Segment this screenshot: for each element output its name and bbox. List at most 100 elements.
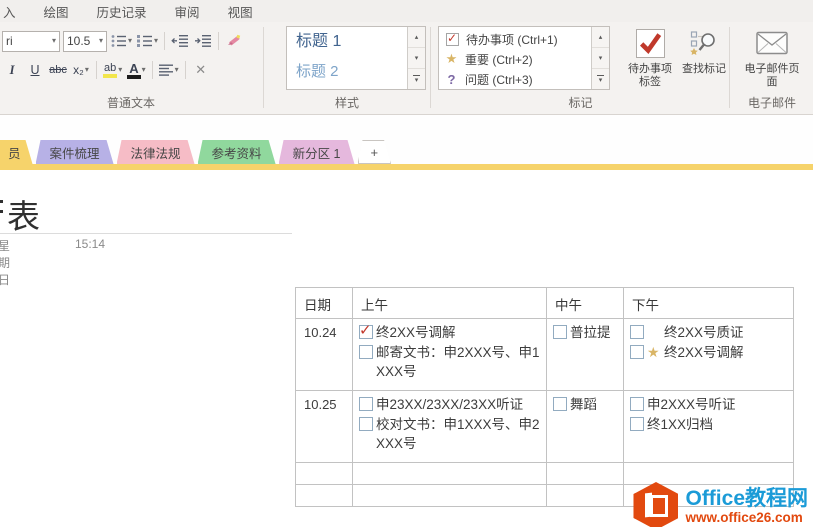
table-row: 10.25 申23XX/23XX/23XX听证 校对文书：申1XXX号、申2XXX号… <box>295 390 794 463</box>
style-item[interactable]: 标题 2 <box>287 57 407 87</box>
scroll-down-icon[interactable]: ▾ <box>592 48 609 69</box>
menu-tab-4[interactable]: 审阅 <box>161 2 214 21</box>
envelope-icon <box>756 31 788 55</box>
noon-cell[interactable] <box>546 462 624 485</box>
todo-checkbox[interactable] <box>553 325 567 339</box>
numbered-list-button[interactable]: ▾ <box>136 31 159 52</box>
font-name-combo[interactable]: ri ▾ <box>2 30 60 52</box>
section-tab-bar: 员案件梳理 法律法规 参考资料 新分区 1 + <box>0 115 813 170</box>
styles-gallery-scrollbar: ▴ ▾ ▾ <box>407 27 425 89</box>
question-mark-icon: ? <box>447 71 456 87</box>
font-color-button[interactable]: A ▾ <box>126 60 146 81</box>
afternoon-cell[interactable]: 终2XX号质证 ★ 终2XX号调解 <box>623 318 794 391</box>
date-cell[interactable] <box>295 484 353 507</box>
scroll-up-icon[interactable]: ▴ <box>408 27 425 48</box>
date-cell[interactable] <box>295 462 353 485</box>
tag-label: 待办事项 (Ctrl+1) <box>466 32 558 47</box>
tag-item[interactable]: 待办事项 (Ctrl+1) <box>439 29 591 49</box>
menu-tab-2[interactable]: 绘图 <box>30 2 83 21</box>
morning-cell[interactable]: 申23XX/23XX/23XX听证校对文书：申1XXX号、申2XXX号 <box>352 390 547 463</box>
important-star-icon: ★ <box>445 51 458 66</box>
group-email: 电子邮件页面 电子邮件 <box>733 22 811 114</box>
subscript-button[interactable]: x₂ ▾ <box>71 60 91 81</box>
todo-checkbox[interactable] <box>630 417 644 431</box>
decrease-indent-button[interactable] <box>170 31 190 52</box>
styles-gallery: 标题 1 标题 2 ▴ ▾ ▾ <box>286 26 426 90</box>
menu-tab-1[interactable]: 入 <box>0 2 30 21</box>
section-tab-2[interactable]: 案件梳理 <box>36 140 114 164</box>
page-title[interactable]: 表 <box>7 190 40 238</box>
find-tags-button-label: 查找标记 <box>682 63 726 75</box>
menu-tab-3[interactable]: 历史记录 <box>83 2 161 21</box>
noon-cell[interactable]: 普拉提 <box>546 318 624 391</box>
todo-item: 申23XX/23XX/23XX听证 <box>359 395 541 414</box>
todo-checkbox[interactable] <box>630 397 644 411</box>
scroll-up-icon[interactable]: ▴ <box>592 27 609 48</box>
noon-cell[interactable]: 舞蹈 <box>546 390 624 463</box>
morning-cell[interactable] <box>352 484 547 507</box>
morning-cell[interactable] <box>352 462 547 485</box>
divider <box>96 61 97 79</box>
todo-checkbox[interactable] <box>553 397 567 411</box>
menu-tab-5[interactable]: 视图 <box>214 2 267 21</box>
tag-item[interactable]: ★ 重要 (Ctrl+2) <box>439 49 591 69</box>
page-weekday: 星期日 <box>0 239 11 287</box>
noon-cell[interactable] <box>546 484 624 507</box>
section-tab-3[interactable]: 法律法规 <box>117 140 195 164</box>
section-tab-4[interactable]: 参考资料 <box>198 140 276 164</box>
office-logo-icon <box>633 482 679 527</box>
gallery-more-icon[interactable]: ▾ <box>592 69 609 89</box>
email-page-button-label: 电子邮件页面 <box>744 63 800 88</box>
todo-item: 校对文书：申1XXX号、申2XXX号 <box>359 415 541 453</box>
italic-button[interactable]: I <box>2 60 22 81</box>
tag-item[interactable]: ? 问题 (Ctrl+3) <box>439 69 591 89</box>
date-cell[interactable]: 10.24 <box>295 318 353 391</box>
watermark-url: www.office26.com <box>685 509 803 525</box>
increase-indent-button[interactable] <box>193 31 213 52</box>
section-tab-1[interactable]: 员 <box>0 140 33 164</box>
todo-checkbox[interactable] <box>359 321 373 340</box>
tags-gallery-scrollbar: ▴ ▾ ▾ <box>591 27 609 89</box>
todo-checkbox[interactable] <box>359 345 373 359</box>
highlight-button[interactable]: ab ▾ <box>102 60 123 81</box>
todo-checkbox[interactable] <box>630 345 644 359</box>
find-tags-icon <box>690 31 715 55</box>
column-header: 下午 <box>623 287 794 319</box>
table-header-row: 日期 上午 中午 下午 <box>295 287 794 319</box>
todo-check-icon <box>635 28 665 58</box>
page-canvas[interactable]: 表 星期日 15:14 日期上午中午下午 10.24终2XX号调解邮寄文书：申2… <box>0 170 813 527</box>
todo-item: 终1XX归档 <box>630 415 788 434</box>
paragraph-alignment-button[interactable]: ▾ <box>158 60 180 81</box>
todo-text: 终1XX归档 <box>647 417 714 432</box>
scroll-down-icon[interactable]: ▾ <box>408 48 425 69</box>
group-tags: 待办事项 (Ctrl+1) ★ 重要 (Ctrl+2)? 问题 (Ctrl+3) ▴ … <box>433 22 728 114</box>
todo-checkbox[interactable] <box>359 417 373 431</box>
date-cell[interactable]: 10.25 <box>295 390 353 463</box>
style-item[interactable]: 标题 1 <box>287 27 407 57</box>
group-label-basic-text: 普通文本 <box>106 96 155 110</box>
afternoon-cell[interactable]: 申2XXX号听证 终1XX归档 <box>623 390 794 463</box>
bullet-list-button[interactable]: ▾ <box>110 31 133 52</box>
group-divider <box>729 27 730 108</box>
todo-item: 普拉提 <box>553 323 618 342</box>
tag-label: 问题 (Ctrl+3) <box>465 72 533 87</box>
todo-text: 校对文书：申1XXX号、申2XXX号 <box>376 417 540 451</box>
todo-item: ★ 终2XX号调解 <box>630 343 788 362</box>
todo-checkbox[interactable] <box>359 397 373 411</box>
todo-checkbox[interactable] <box>630 325 644 339</box>
morning-cell[interactable]: 终2XX号调解邮寄文书：申2XXX号、申1XXX号 <box>352 318 547 391</box>
gallery-more-icon[interactable]: ▾ <box>408 69 425 89</box>
new-section-tab[interactable]: + <box>358 140 392 164</box>
group-divider <box>263 27 264 108</box>
format-painter-button[interactable] <box>224 31 244 52</box>
clear-formatting-button[interactable]: ✕ <box>191 60 211 81</box>
group-label-tags: 标记 <box>568 96 593 110</box>
underline-button[interactable]: U <box>25 60 45 81</box>
todo-checkbox-icon <box>446 31 459 46</box>
font-size-combo[interactable]: 10.5 ▾ <box>63 30 107 52</box>
format-painter-icon <box>228 34 241 46</box>
section-tab-5[interactable]: 新分区 1 <box>279 140 355 164</box>
strikethrough-button[interactable]: abc <box>48 60 68 81</box>
chevron-down-icon: ▾ <box>51 36 56 45</box>
cut-character-fragment <box>0 200 3 226</box>
